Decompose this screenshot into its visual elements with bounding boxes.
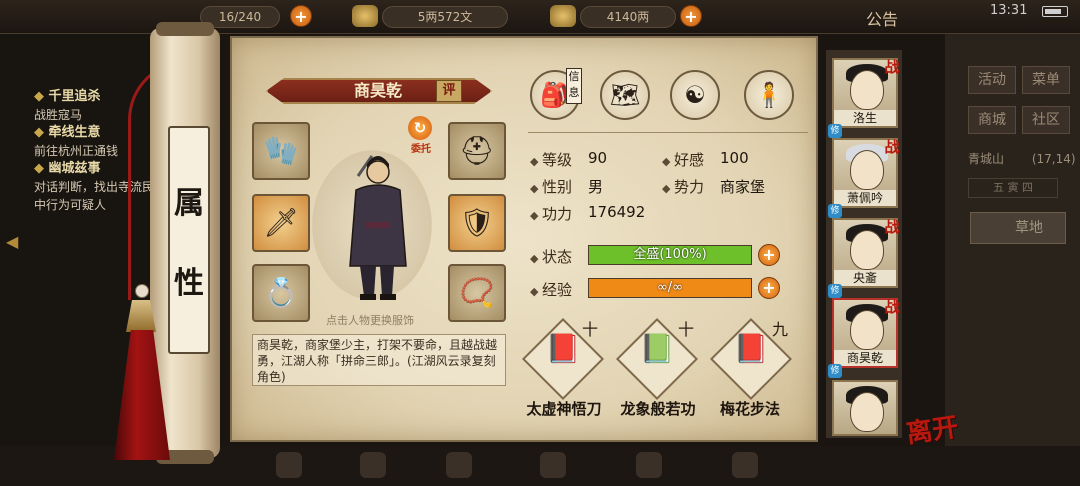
time-of-day: 五 寅 四 <box>968 178 1058 198</box>
battle-tag: 战 <box>884 218 900 236</box>
equip-slot-accessory[interactable]: 🧤 <box>252 122 310 180</box>
faction-value: 商家堡 <box>720 178 766 196</box>
change-outfit-hint: 点击人物更换服饰 <box>326 314 414 327</box>
party-member[interactable] <box>832 380 898 436</box>
gauntlet-icon: 🧤 <box>263 134 299 167</box>
clock: 13:31 <box>990 3 1028 18</box>
equip-slot-weapon[interactable]: 🗡 <box>252 194 310 252</box>
red-book-icon: 📕 <box>733 332 769 365</box>
skill-name: 梅花步法 <box>719 400 780 418</box>
divider <box>528 132 808 133</box>
ring-icon: 💍 <box>263 276 299 309</box>
member-name: 央齑 <box>834 270 896 286</box>
member-name: 洛生 <box>834 110 896 126</box>
helmet-icon: ⛑ <box>459 134 495 167</box>
status-label: 状态 <box>530 246 572 267</box>
exp-bar-text: ∞/∞ <box>656 280 684 295</box>
amulet-icon: 📿 <box>459 276 495 309</box>
faction-label: 势力 <box>662 176 704 197</box>
toolbar-icon[interactable] <box>360 452 386 478</box>
bagua-icon[interactable]: ☯ <box>670 70 720 120</box>
exp-label: 经验 <box>530 279 572 300</box>
silver-ingot-icon <box>550 5 576 27</box>
scroll-title-char: 性 <box>174 266 204 301</box>
armor-icon: 🛡 <box>459 206 495 239</box>
announcement-button[interactable]: 公告 <box>866 6 898 30</box>
menu-button[interactable]: 菜单 <box>1022 66 1070 94</box>
level-label: 等级 <box>530 149 572 170</box>
toolbar-icon[interactable] <box>276 452 302 478</box>
gender-value: 男 <box>588 178 604 196</box>
activity-button[interactable]: 活动 <box>968 66 1016 94</box>
character-description: 商昊乾，商家堡少主，打架不要命，且越战越勇，江湖人称「拼命三郎」。(江湖风云录复… <box>252 334 506 386</box>
status-bar: 全盛(100%) <box>588 245 752 265</box>
body-icon[interactable]: 🧍 <box>744 70 794 120</box>
collapse-arrow-icon[interactable]: ◀ <box>6 232 18 251</box>
terrain-label: 草地 <box>970 212 1066 244</box>
face <box>850 310 884 350</box>
add-exp-button[interactable]: + <box>758 277 780 299</box>
toolbar-icon[interactable] <box>732 452 758 478</box>
community-button[interactable]: 社区 <box>1022 106 1070 134</box>
copper-counter: 5两572文 <box>382 6 508 28</box>
toolbar-icon[interactable] <box>540 452 566 478</box>
exp-bar: ∞/∞ <box>588 278 752 298</box>
battery-icon <box>1042 6 1068 17</box>
face <box>850 150 884 190</box>
equip-slot-armor[interactable]: 🛡 <box>448 194 506 252</box>
train-badge: 修 <box>828 124 842 138</box>
member-name: 商昊乾 <box>834 350 896 366</box>
copper-icon <box>352 5 378 27</box>
battle-tag: 战 <box>884 138 900 156</box>
location-coords: (17,14) <box>1031 152 1076 166</box>
power-value: 176492 <box>588 203 646 221</box>
battle-tag: 战 <box>884 298 900 316</box>
add-food-button[interactable]: + <box>290 5 312 27</box>
train-badge: 修 <box>828 204 842 218</box>
face <box>850 230 884 270</box>
location-name: 青城山 <box>968 152 1005 166</box>
skill-name: 龙象般若功 <box>620 400 696 418</box>
leave-button[interactable]: 离开 <box>904 407 961 451</box>
equip-slot-amulet[interactable]: 📿 <box>448 264 506 322</box>
toolbar-icon[interactable] <box>636 452 662 478</box>
scroll-title-plate: 属 性 <box>168 126 210 354</box>
info-tag: 信息 <box>566 68 582 104</box>
battle-tag: 战 <box>884 58 900 76</box>
right-panel <box>945 34 1080 486</box>
entrust-icon: ↻ <box>408 116 432 140</box>
map-icon[interactable]: 🗺 <box>600 70 650 120</box>
add-silver-button[interactable]: + <box>680 5 702 27</box>
level-value: 90 <box>588 149 608 167</box>
equip-slot-head[interactable]: ⛑ <box>448 122 506 180</box>
status-bar-text: 全盛(100%) <box>633 247 707 262</box>
dagger-icon: 🗡 <box>263 206 299 239</box>
favor-value: 100 <box>720 149 749 167</box>
train-badge: 修 <box>828 364 842 378</box>
power-label: 功力 <box>530 203 572 224</box>
member-name: 萧佩吟 <box>834 190 896 206</box>
favor-label: 好感 <box>662 149 704 170</box>
silver-counter: 4140两 <box>580 6 676 28</box>
scroll-title-char: 属 <box>174 186 204 221</box>
red-book-icon: 📕 <box>545 332 581 365</box>
shop-button[interactable]: 商城 <box>968 106 1016 134</box>
gender-label: 性别 <box>530 176 572 197</box>
location-label: 青城山 (17,14) <box>968 150 1076 167</box>
face <box>850 70 884 110</box>
skill-name: 太虚神悟刀 <box>526 400 602 418</box>
rate-button[interactable]: 评 <box>436 80 462 102</box>
character-figure[interactable] <box>336 146 416 306</box>
train-badge: 修 <box>828 284 842 298</box>
restore-status-button[interactable]: + <box>758 244 780 266</box>
green-book-icon: 📗 <box>639 332 675 365</box>
face <box>850 392 884 432</box>
tassel-bead <box>135 284 149 298</box>
character-name: 商昊乾 <box>353 81 402 100</box>
toolbar-icon[interactable] <box>446 452 472 478</box>
